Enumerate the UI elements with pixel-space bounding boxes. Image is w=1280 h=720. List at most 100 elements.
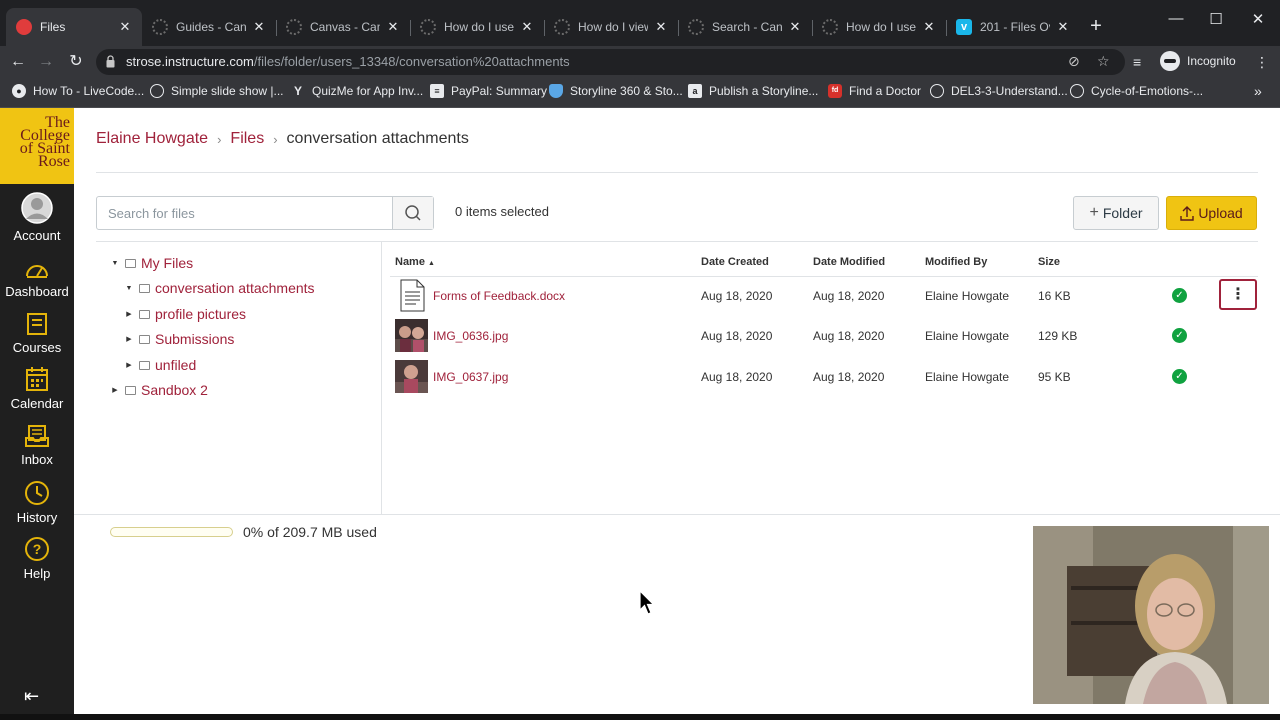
browser-tab[interactable]: How do I use Fi ✕: [410, 8, 544, 46]
tab-title: Files: [40, 20, 66, 34]
chevron-right-icon[interactable]: »: [1254, 83, 1262, 99]
y-icon: Y: [293, 84, 302, 98]
close-icon[interactable]: ✕: [788, 19, 802, 35]
tree-item-my-files[interactable]: ▼ My Files: [110, 255, 194, 271]
published-check-icon[interactable]: ✓: [1172, 288, 1187, 303]
nav-label: History: [16, 510, 58, 525]
tab-title: How do I use Fi: [444, 20, 514, 34]
new-tab-button[interactable]: +: [1086, 16, 1106, 36]
tree-item-label: conversation attachments: [155, 280, 315, 296]
search-button[interactable]: [392, 197, 433, 229]
caret-down-icon[interactable]: ▼: [110, 260, 120, 267]
breadcrumb-user[interactable]: Elaine Howgate: [96, 130, 208, 148]
caret-right-icon[interactable]: ▶: [124, 310, 134, 318]
upload-button[interactable]: Upload: [1166, 196, 1257, 230]
folder-lock-icon: [139, 334, 150, 344]
column-date-created[interactable]: Date Created: [701, 256, 769, 268]
nav-label: Inbox: [21, 452, 53, 467]
bookmark-item[interactable]: Storyline 360 & Sto...: [549, 84, 683, 98]
caret-right-icon[interactable]: ▶: [124, 361, 134, 369]
search-box: [96, 196, 434, 230]
date-created: Aug 18, 2020: [701, 370, 773, 384]
breadcrumb-files[interactable]: Files: [230, 130, 264, 148]
close-icon[interactable]: ✕: [118, 19, 132, 35]
browser-tab[interactable]: Search - Canvas ✕: [678, 8, 812, 46]
window-close-icon[interactable]: ✕: [1248, 10, 1268, 28]
profile-button[interactable]: Incognito: [1160, 51, 1236, 71]
tree-item-conversation-attachments[interactable]: ▼ conversation attachments: [124, 280, 315, 296]
column-size[interactable]: Size: [1038, 256, 1060, 268]
address-bar[interactable]: strose.instructure.com/files/folder/user…: [96, 49, 1125, 75]
table-row[interactable]: IMG_0636.jpg Aug 18, 2020 Aug 18, 2020 E…: [390, 316, 1258, 356]
column-date-modified[interactable]: Date Modified: [813, 256, 885, 268]
nav-calendar[interactable]: Calendar: [0, 366, 74, 411]
bookmark-item[interactable]: fd Find a Doctor: [828, 84, 921, 98]
add-folder-button[interactable]: + Folder: [1073, 196, 1159, 230]
browser-tab[interactable]: Canvas - Canvas ✕: [276, 8, 410, 46]
globe-icon: [150, 84, 164, 98]
close-icon[interactable]: ✕: [386, 19, 400, 35]
search-icon: [405, 205, 421, 221]
column-name[interactable]: Name ▲: [395, 256, 435, 268]
bookmark-item[interactable]: Simple slide show |...: [150, 84, 284, 98]
bookmark-item[interactable]: ● How To - LiveCode...: [12, 84, 144, 98]
file-name-link[interactable]: IMG_0637.jpg: [433, 370, 508, 384]
eye-off-icon[interactable]: ⊘: [1068, 53, 1080, 70]
nav-dashboard[interactable]: Dashboard: [0, 258, 74, 299]
caret-down-icon[interactable]: ▼: [124, 285, 134, 292]
bookmark-item[interactable]: Y QuizMe for App Inv...: [291, 84, 423, 98]
loading-favicon-icon: [688, 19, 704, 35]
browser-tab-files[interactable]: Files ✕: [6, 8, 142, 46]
browser-tab[interactable]: How do I view t ✕: [544, 8, 678, 46]
published-check-icon[interactable]: ✓: [1172, 328, 1187, 343]
search-input[interactable]: [97, 197, 393, 229]
tree-item-sandbox-2[interactable]: ▶ Sandbox 2: [110, 382, 208, 398]
file-name-link[interactable]: IMG_0636.jpg: [433, 329, 508, 343]
college-logo[interactable]: The College of Saint Rose: [0, 108, 74, 184]
bookmark-item[interactable]: Cycle-of-Emotions-...: [1070, 84, 1203, 98]
document-icon: [400, 279, 425, 312]
more-vertical-icon[interactable]: ⋮: [1255, 54, 1269, 71]
close-icon[interactable]: ✕: [520, 19, 534, 35]
close-icon[interactable]: ✕: [654, 19, 668, 35]
nav-account[interactable]: Account: [0, 192, 74, 243]
minimize-icon[interactable]: —: [1166, 10, 1186, 27]
published-check-icon[interactable]: ✓: [1172, 369, 1187, 384]
caret-right-icon[interactable]: ▶: [110, 386, 120, 394]
tree-item-profile-pictures[interactable]: ▶ profile pictures: [124, 306, 246, 322]
bookmark-label: Cycle-of-Emotions-...: [1091, 84, 1204, 98]
bookmark-item[interactable]: ≡ PayPal: Summary: [430, 84, 547, 98]
close-icon[interactable]: ✕: [922, 19, 936, 35]
date-modified: Aug 18, 2020: [813, 370, 885, 384]
reading-list-icon[interactable]: ≡: [1133, 54, 1141, 70]
table-row[interactable]: Forms of Feedback.docx Aug 18, 2020 Aug …: [390, 276, 1258, 316]
tree-item-submissions[interactable]: ▶ Submissions: [124, 331, 234, 347]
bookmarks-bar: ● How To - LiveCode... Simple slide show…: [0, 78, 1280, 108]
clock-icon: [25, 481, 49, 505]
bookmark-item[interactable]: DEL3-3-Understand...: [930, 84, 1068, 98]
close-icon[interactable]: ✕: [1056, 19, 1070, 35]
browser-tab[interactable]: Guides - Canvas ✕: [142, 8, 276, 46]
bookmark-item[interactable]: a Publish a Storyline...: [688, 84, 818, 98]
column-modified-by[interactable]: Modified By: [925, 256, 987, 268]
reload-icon[interactable]: ↻: [66, 52, 86, 72]
url-host: strose.instructure.com: [126, 54, 254, 69]
bookmark-label: QuizMe for App Inv...: [312, 84, 424, 98]
star-icon[interactable]: ☆: [1097, 53, 1110, 70]
browser-tab[interactable]: How do I use Fi ✕: [812, 8, 946, 46]
maximize-icon[interactable]: ☐: [1206, 10, 1226, 28]
forward-arrow-icon[interactable]: →: [36, 52, 56, 72]
back-arrow-icon[interactable]: ←: [8, 52, 28, 72]
table-row[interactable]: IMG_0637.jpg Aug 18, 2020 Aug 18, 2020 E…: [390, 357, 1258, 397]
file-name-link[interactable]: Forms of Feedback.docx: [433, 289, 565, 303]
nav-help[interactable]: ? Help: [0, 536, 74, 581]
nav-courses[interactable]: Courses: [0, 312, 74, 355]
caret-right-icon[interactable]: ▶: [124, 335, 134, 343]
close-icon[interactable]: ✕: [252, 19, 266, 35]
tree-item-unfiled[interactable]: ▶ unfiled: [124, 357, 196, 373]
more-actions-icon[interactable]: ⋮: [1219, 279, 1257, 310]
browser-tab[interactable]: v 201 - Files Over ✕: [946, 8, 1080, 46]
nav-history[interactable]: History: [0, 480, 74, 525]
collapse-nav-icon[interactable]: ⇤: [24, 686, 39, 707]
nav-inbox[interactable]: Inbox: [0, 424, 74, 467]
